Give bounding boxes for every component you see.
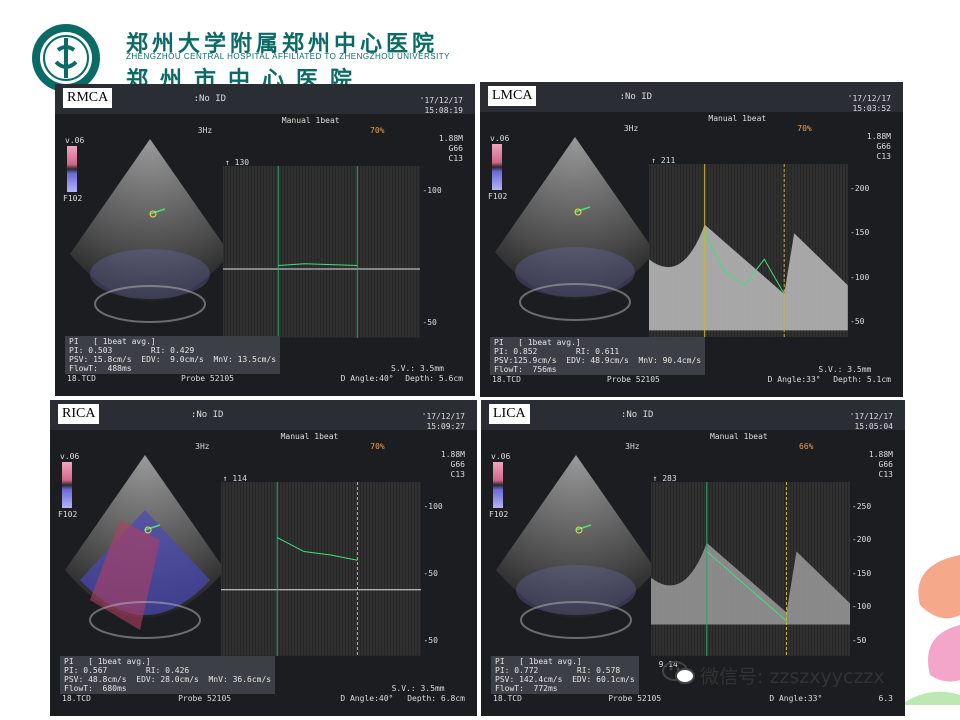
footer-label: 18.TCD [62,694,91,703]
panel-header [481,400,905,430]
velocity-tick: -50 [423,635,438,645]
footer-label: 18.TCD [492,375,521,384]
footer-label: 18.TCD [493,694,522,703]
mode-text: Manual 1beat [709,432,768,441]
decorative-petals [900,555,960,705]
doppler-spectrum [650,482,850,656]
probe-label: Probe 52105 [606,375,660,384]
gain-text: 70% [797,124,812,133]
hospital-name-en: ZHENGZHOU CENTRAL HOSPITAL AFFILIATED TO… [126,52,451,61]
b-mode-sector-image [495,137,655,321]
velocity-tick: -200 [851,535,872,545]
wechat-watermark-text: 微信号: zzszxyyczzx [700,666,885,688]
sample-volume: S.V.: 3.5mm [818,365,872,374]
velocity-scale-top: ↑ 211 [651,156,676,165]
vessel-label: LMCA [488,86,537,106]
probe-label: Probe 52105 [181,374,234,383]
panel-header [50,400,477,430]
mode-text: Manual 1beat [280,432,339,441]
gain-text: 70% [370,126,385,135]
velocity-tick: -100 [423,502,443,511]
velocity-tick: -50 [851,635,867,645]
panel-header [480,82,903,112]
depth-value: 6.3 [878,694,893,703]
measurement-box: PI [ 1beat avg.] PI: 0.772 RI: 0.578 PSV… [491,656,639,694]
measurement-box: PI [ 1beat avg.] PI: 0.503 RI: 0.429 PSV… [65,336,281,374]
velocity-tick: -50 [423,568,438,578]
footer-label: 18.TCD [67,374,96,383]
vessel-label: RMCA [63,88,113,108]
vessel-label: RICA [58,404,100,424]
wechat-icon [662,661,695,684]
velocity-tick: -250 [851,502,872,511]
velocity-tick: -200 [850,184,870,193]
doppler-panel-lmca: LMCA :No ID '17/12/17 15:03:52 Manual 1beat… [480,82,903,397]
patient-id: :No ID [190,410,224,420]
velocity-scale-top: ↑ 283 [652,474,677,483]
velocity-tick: -100 [851,602,872,612]
velocity-tick: -150 [850,228,870,238]
sample-volume: S.V.: 3.5mm [391,364,444,373]
probe-params: 1.88M G66 C13 [438,134,463,163]
doppler-angle: D Angle:33° [767,375,821,384]
doppler-spectrum [223,166,421,338]
depth-value: Depth: 5.6cm [405,374,463,383]
b-mode-sector-image [496,455,656,639]
probe-label: Probe 52105 [178,694,232,703]
mode-text: Manual 1beat [708,114,767,123]
probe-params: 1.88M G66 C13 [866,132,891,161]
velocity-tick: -150 [851,568,872,578]
depth-value: Depth: 5.1cm [833,375,891,384]
doppler-angle: D Angle:33° [769,694,823,703]
gain-text: 70% [370,442,385,451]
panel-header [55,84,475,114]
velocity-scale-top: ↑ 130 [225,158,250,167]
exam-datetime: '17/12/17 15:08:19 [419,96,463,115]
probe-params: 1.88M G66 C13 [440,450,465,479]
vessel-label: LICA [489,404,530,424]
velocity-scale-top: ↑ 114 [222,474,247,483]
patient-id: :No ID [620,410,654,420]
doppler-angle: D Angle:40° [340,374,394,383]
velocity-tick: -100 [422,186,442,195]
gain-text: 66% [799,442,814,451]
measurement-box: PI [ 1beat avg.] PI: 0.852 RI: 0.611 PSV… [490,337,706,375]
patient-id: :No ID [619,92,653,102]
exam-datetime: '17/12/17 15:03:52 [847,94,891,113]
exam-datetime: '17/12/17 15:05:04 [849,412,893,431]
depth-value: Depth: 6.8cm [407,694,465,703]
b-mode-sector-image [65,455,225,639]
exam-datetime: '17/12/17 15:09:27 [421,412,465,431]
probe-label: Probe 52105 [608,694,662,703]
measurement-box: PI [ 1beat avg.] PI: 0.567 RI: 0.426 PSV… [60,656,276,694]
velocity-tick: -50 [850,317,865,327]
velocity-tick: -50 [422,317,437,327]
probe-params: 1.88M G66 C13 [868,450,893,479]
sample-volume: S.V.: 3.5mm [391,684,445,693]
doppler-panel-rmca: RMCA :No ID '17/12/17 15:08:19 Manual 1beat… [55,84,475,396]
doppler-spectrum [220,482,422,656]
doppler-panel-rica: RICA :No ID '17/12/17 15:09:27 Manual 1beat… [50,400,477,716]
doppler-spectrum [649,164,848,338]
mode-text: Manual 1beat [281,116,340,125]
doppler-angle: D Angle:40° [340,694,394,703]
b-mode-sector-image [70,139,230,323]
velocity-tick: -100 [850,272,870,282]
patient-id: :No ID [193,94,227,104]
